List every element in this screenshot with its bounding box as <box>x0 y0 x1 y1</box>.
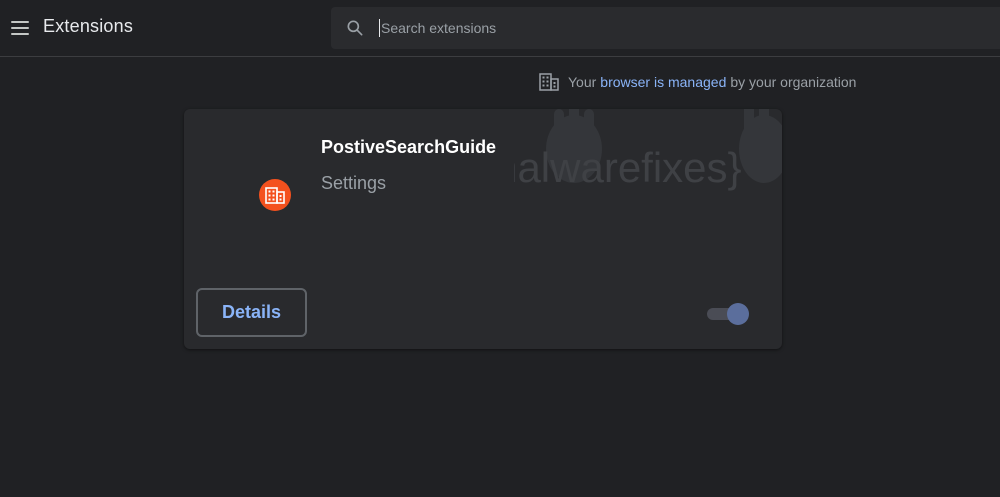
details-button[interactable]: Details <box>196 288 307 337</box>
extension-icon <box>259 179 291 211</box>
search-input[interactable] <box>379 19 979 37</box>
page-title: Extensions <box>43 16 134 36</box>
toolbar: Extensions <box>0 0 1000 57</box>
building-icon <box>265 187 285 204</box>
extension-card: {malwarefixes} PostiveSearchGuide Settin… <box>184 109 782 349</box>
extension-enable-toggle[interactable] <box>705 302 753 326</box>
managed-prefix: Your <box>568 74 597 90</box>
hamburger-menu-icon[interactable] <box>6 14 34 42</box>
managed-link[interactable]: browser is managed <box>600 74 726 90</box>
search-box[interactable] <box>331 7 1000 49</box>
managed-suffix: by your organization <box>730 74 857 90</box>
search-icon <box>347 20 363 36</box>
extension-name: PostiveSearchGuide <box>321 137 497 157</box>
managed-notice: Your browser is managed by your organiza… <box>539 72 856 92</box>
watermark-text: {malwarefixes} <box>514 144 742 191</box>
extension-description: Settings <box>321 173 387 193</box>
building-icon <box>539 73 559 91</box>
watermark-logo: {malwarefixes} <box>514 109 782 191</box>
toggle-knob <box>727 303 749 325</box>
